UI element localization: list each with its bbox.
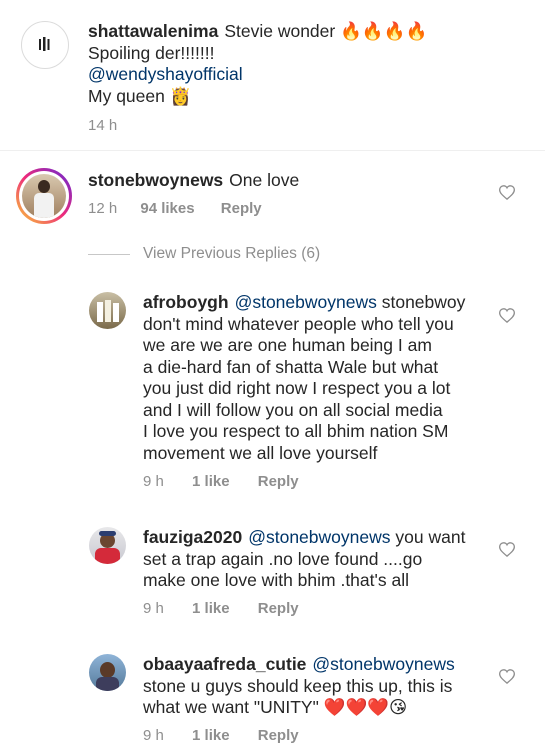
username[interactable]: shattawalenima — [88, 21, 218, 41]
comment-meta: 9 h 1 like Reply — [143, 473, 299, 490]
mention-link[interactable]: @stonebwoynews — [235, 292, 377, 312]
reply-button[interactable]: Reply — [258, 473, 299, 490]
heart-icon[interactable] — [499, 542, 515, 557]
avatar[interactable] — [16, 168, 72, 224]
comment-text: stonebwoynews One love — [88, 170, 300, 190]
mention-link[interactable]: @stonebwoynews — [312, 654, 454, 674]
avatar[interactable] — [89, 292, 126, 329]
comment-text: afroboygh @stonebwoynews stonebwoy don't … — [143, 292, 466, 463]
avatar[interactable] — [21, 21, 69, 69]
likes-count[interactable]: 1 like — [192, 473, 230, 490]
avatar[interactable] — [89, 654, 126, 691]
comment-meta: 9 h 1 like Reply — [143, 600, 299, 617]
username[interactable]: stonebwoynews — [88, 170, 223, 190]
view-previous-replies-button[interactable]: View Previous Replies (6) — [143, 245, 320, 263]
timestamp: 12 h — [88, 200, 118, 217]
heart-icon[interactable] — [499, 669, 515, 684]
username[interactable]: fauziga2020 — [143, 527, 242, 547]
likes-count[interactable]: 94 likes — [140, 200, 194, 217]
comment-text: obaayaafreda_cutie @stonebwoynews stone u… — [143, 654, 455, 717]
username[interactable]: obaayaafreda_cutie — [143, 654, 306, 674]
timestamp: 9 h — [143, 600, 164, 617]
timestamp: 9 h — [143, 727, 164, 744]
heart-icon[interactable] — [499, 308, 515, 323]
comment-meta: 12 h 94 likes Reply — [88, 200, 262, 217]
divider — [0, 150, 545, 151]
mention-link[interactable]: @stonebwoynews — [248, 527, 390, 547]
avatar-logo-icon — [39, 37, 50, 51]
timestamp: 9 h — [143, 473, 164, 490]
reply-button[interactable]: Reply — [258, 600, 299, 617]
reply-button[interactable]: Reply — [258, 727, 299, 744]
username[interactable]: afroboygh — [143, 292, 229, 312]
likes-count[interactable]: 1 like — [192, 727, 230, 744]
divider — [88, 254, 130, 255]
reply-button[interactable]: Reply — [221, 200, 262, 217]
comment-text: shattawalenima Stevie wonder 🔥🔥🔥🔥 Spoilin… — [88, 21, 428, 106]
comment-meta: 9 h 1 like Reply — [143, 727, 299, 744]
timestamp: 14 h — [88, 117, 118, 134]
likes-count[interactable]: 1 like — [192, 600, 230, 617]
avatar[interactable] — [89, 527, 126, 564]
comment-text: fauziga2020 @stonebwoynews you want set a… — [143, 527, 466, 590]
mention-link[interactable]: @wendyshayofficial — [88, 64, 427, 86]
heart-icon[interactable] — [499, 185, 515, 200]
comment-meta: 14 h — [88, 117, 117, 134]
